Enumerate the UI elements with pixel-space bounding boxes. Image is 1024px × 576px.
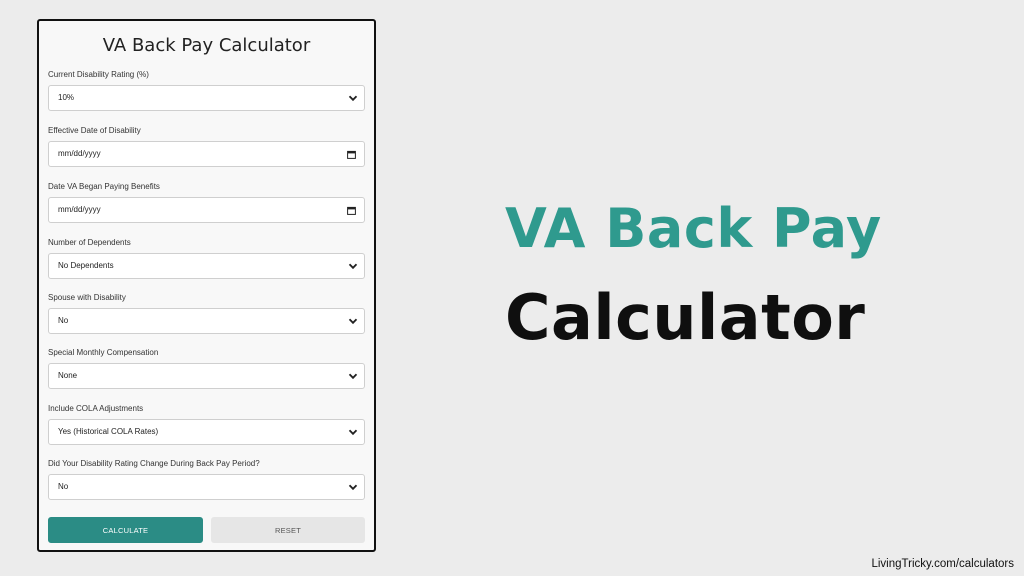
field-label: Effective Date of Disability (48, 126, 141, 135)
field-label: Spouse with Disability (48, 293, 126, 302)
hero-title-line1: VA Back Pay (505, 197, 882, 260)
field-label: Current Disability Rating (%) (48, 70, 149, 79)
date-value: mm/dd/yyyy (58, 149, 101, 158)
smc-select[interactable]: None (48, 363, 365, 389)
field-spouse-with-disability: Spouse with Disability No (48, 292, 365, 334)
field-label: Include COLA Adjustments (48, 404, 144, 413)
calculator-card: VA Back Pay Calculator Current Disabilit… (37, 19, 376, 552)
va-began-date-input[interactable]: mm/dd/yyyy (48, 197, 365, 223)
field-include-cola: Include COLA Adjustments Yes (Historical… (48, 403, 365, 445)
field-rating-change: Did Your Disability Rating Change During… (48, 458, 365, 500)
select-value: Yes (Historical COLA Rates) (58, 427, 159, 436)
field-special-monthly-compensation: Special Monthly Compensation None (48, 347, 365, 389)
field-label: Date VA Began Paying Benefits (48, 182, 160, 191)
select-value: None (58, 371, 78, 380)
hero-title-line2: Calculator (505, 281, 866, 354)
select-value: No (58, 316, 69, 325)
rating-change-select[interactable]: No (48, 474, 365, 500)
field-label: Special Monthly Compensation (48, 348, 159, 357)
calendar-icon[interactable] (347, 150, 356, 159)
chevron-down-icon (348, 318, 358, 325)
footer-url: LivingTricky.com/calculators (871, 558, 1014, 570)
chevron-down-icon (348, 429, 358, 436)
calculate-button[interactable]: CALCULATE (48, 517, 203, 543)
chevron-down-icon (348, 263, 358, 270)
chevron-down-icon (348, 484, 358, 491)
field-effective-date: Effective Date of Disability mm/dd/yyyy (48, 125, 365, 167)
calendar-icon[interactable] (347, 206, 356, 215)
select-value: No (58, 482, 69, 491)
field-label: Number of Dependents (48, 238, 131, 247)
field-date-va-began: Date VA Began Paying Benefits mm/dd/yyyy (48, 181, 365, 223)
chevron-down-icon (348, 373, 358, 380)
dependents-select[interactable]: No Dependents (48, 253, 365, 279)
select-value: 10% (58, 93, 75, 102)
field-current-disability-rating: Current Disability Rating (%) 10% (48, 69, 365, 111)
select-value: No Dependents (58, 261, 114, 270)
reset-button[interactable]: RESET (211, 517, 365, 543)
chevron-down-icon (348, 95, 358, 102)
date-value: mm/dd/yyyy (58, 205, 101, 214)
field-number-of-dependents: Number of Dependents No Dependents (48, 237, 365, 279)
form-title: VA Back Pay Calculator (102, 35, 311, 56)
cola-select[interactable]: Yes (Historical COLA Rates) (48, 419, 365, 445)
disability-rating-select[interactable]: 10% (48, 85, 365, 111)
effective-date-input[interactable]: mm/dd/yyyy (48, 141, 365, 167)
spouse-disability-select[interactable]: No (48, 308, 365, 334)
field-label: Did Your Disability Rating Change During… (48, 459, 260, 468)
